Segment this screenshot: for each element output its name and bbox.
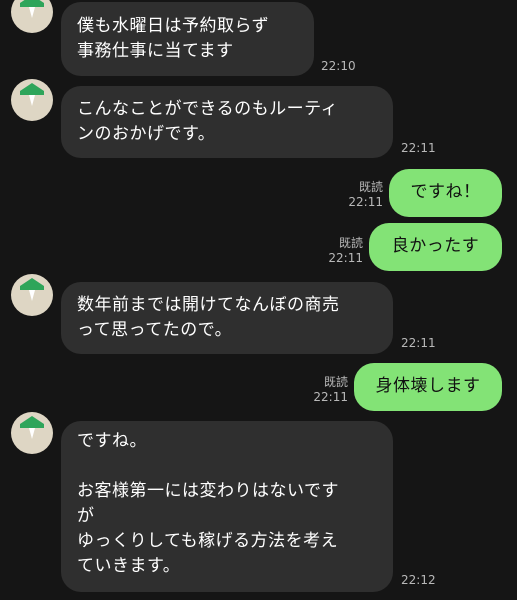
message-bubble-incoming: 数年前までは開けてなんぼの商売 って思ってたので。 xyxy=(61,282,393,354)
avatar-icon[interactable] xyxy=(11,274,53,316)
message-bubble-outgoing: 身体壊します xyxy=(354,363,502,411)
message-meta: 既読 22:11 xyxy=(335,180,383,210)
read-receipt: 既読 xyxy=(323,375,348,389)
message-bubble-incoming: ですね。 お客様第一には変わりはないです が ゆっくりしても稼げる方法を考え て… xyxy=(61,421,393,592)
message-bubble-outgoing: ですね！ xyxy=(389,169,502,217)
message-meta: 既読 22:11 xyxy=(315,236,363,266)
chat-message-list[interactable]: 僕も水曜日は予約取らず 事務仕事に当てます 22:10 こんなことができるのもル… xyxy=(0,0,517,600)
read-receipt: 既読 xyxy=(338,236,363,250)
avatar-icon[interactable] xyxy=(11,0,53,33)
message-timestamp: 22:11 xyxy=(401,141,436,155)
message-timestamp: 22:11 xyxy=(401,336,436,350)
avatar-icon[interactable] xyxy=(11,79,53,121)
message-timestamp: 22:11 xyxy=(348,195,383,209)
message-bubble-incoming: こんなことができるのもルーティ ンのおかげです。 xyxy=(61,86,393,158)
read-receipt: 既読 xyxy=(358,180,383,194)
message-timestamp: 22:12 xyxy=(401,573,436,587)
message-bubble-incoming: 僕も水曜日は予約取らず 事務仕事に当てます xyxy=(61,2,314,76)
message-timestamp: 22:10 xyxy=(321,59,356,73)
message-meta: 既読 22:11 xyxy=(300,375,348,405)
message-bubble-outgoing: 良かったす xyxy=(369,223,502,271)
avatar-icon[interactable] xyxy=(11,412,53,454)
message-timestamp: 22:11 xyxy=(313,390,348,404)
message-timestamp: 22:11 xyxy=(328,251,363,265)
